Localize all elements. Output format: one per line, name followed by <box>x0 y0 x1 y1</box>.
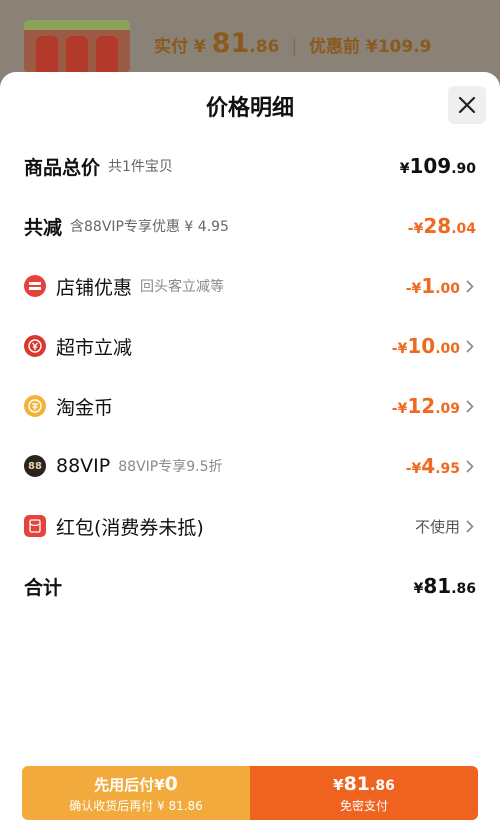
amount-int: 81 <box>423 574 452 598</box>
amount-dec: .86 <box>451 581 476 597</box>
row-label: 超市立减 <box>56 336 133 359</box>
row-value: -¥1.00 <box>406 274 476 298</box>
amount-dec: .04 <box>451 221 476 237</box>
red-packet-icon <box>24 515 46 537</box>
paid-amount-dec: .86 <box>249 37 280 57</box>
close-button[interactable] <box>448 86 486 124</box>
row-sub: 含88VIP专享优惠 ¥ 4.95 <box>70 219 229 235</box>
pay-now-sub: 免密支付 <box>339 798 388 813</box>
amount-int: 1 <box>421 274 436 298</box>
row-goods-total: 商品总价 共1件宝贝 ¥109.90 <box>24 151 476 181</box>
currency: -¥ <box>405 461 422 477</box>
pay-later-sub: 确认收货后再付 ¥ 81.86 <box>69 798 203 813</box>
pay-now-amount-int: 81 <box>343 772 371 795</box>
row-88vip[interactable]: 88 88VIP 88VIP专享9.5折 -¥4.95 <box>24 451 476 481</box>
payment-actions: 先用后付¥0 确认收货后再付 ¥ 81.86 ¥81.86 免密支付 <box>22 766 478 820</box>
amount-dec: .09 <box>435 401 460 417</box>
price-detail-sheet: 价格明细 商品总价 共1件宝贝 ¥109.90 共减 含88VIP专享优惠 ¥ … <box>0 72 500 839</box>
row-value: ¥109.90 <box>400 154 476 178</box>
before-discount-label: 优惠前 <box>308 37 360 57</box>
currency: -¥ <box>407 221 424 237</box>
pay-now-main: ¥81.86 <box>333 773 395 795</box>
pay-later-button[interactable]: 先用后付¥0 确认收货后再付 ¥ 81.86 <box>22 766 250 820</box>
row-label: 88VIP <box>56 455 111 477</box>
row-value: ¥81.86 <box>414 574 476 598</box>
row-sub: 共1件宝贝 <box>108 159 173 175</box>
paid-summary: 实付 ¥ 81.86 | 优惠前 ¥109.9 <box>154 28 432 59</box>
amount-int: 109 <box>409 154 452 178</box>
row-value: -¥28.04 <box>408 214 476 238</box>
paid-label: 实付 <box>154 37 188 57</box>
chevron-right-icon <box>466 399 476 413</box>
row-label: 合计 <box>24 576 63 599</box>
row-label: 淘金币 <box>56 396 114 419</box>
vip-badge-icon: 88 <box>24 455 46 477</box>
row-total-reduction: 共减 含88VIP专享优惠 ¥ 4.95 -¥28.04 <box>24 211 476 241</box>
pay-now-amount-dec: .86 <box>370 777 395 794</box>
chevron-right-icon <box>466 519 476 533</box>
row-gold-coin[interactable]: 淘金币 -¥12.09 <box>24 391 476 421</box>
row-shop-discount[interactable]: 店铺优惠 回头客立减等 -¥1.00 <box>24 271 476 301</box>
product-thumbnail <box>24 20 130 72</box>
before-discount-amount: ¥109.9 <box>365 37 432 57</box>
row-sub: 88VIP专享9.5折 <box>118 459 223 475</box>
amount-int: 4 <box>421 454 436 478</box>
supermarket-discount-icon <box>24 335 46 357</box>
amount-dec: .95 <box>435 461 460 477</box>
paid-currency: ¥ <box>193 37 206 57</box>
row-value: -¥4.95 <box>406 454 476 478</box>
pay-later-label: 先用后付 <box>94 775 155 794</box>
amount-dec: .00 <box>435 341 460 357</box>
shop-discount-icon <box>24 275 46 297</box>
pay-later-main: 先用后付¥0 <box>94 773 178 795</box>
row-supermarket-discount[interactable]: 超市立减 -¥10.00 <box>24 331 476 361</box>
row-label: 红包(消费券未抵) <box>56 516 204 539</box>
currency: ¥ <box>413 581 424 597</box>
chevron-right-icon <box>466 339 476 353</box>
currency: -¥ <box>391 401 408 417</box>
currency: ¥ <box>399 161 410 177</box>
pay-now-currency: ¥ <box>333 775 344 794</box>
pay-later-amount: 0 <box>164 772 178 795</box>
amount-int: 12 <box>407 394 436 418</box>
row-red-packet[interactable]: 红包(消费券未抵) 不使用 <box>24 511 476 541</box>
gold-coin-icon <box>24 395 46 417</box>
red-packet-value: 不使用 <box>414 517 460 536</box>
separator: | <box>291 37 298 57</box>
paid-amount-int: 81 <box>211 28 250 59</box>
pay-later-currency: ¥ <box>154 775 165 794</box>
amount-dec: .90 <box>451 161 476 177</box>
amount-dec: .00 <box>435 281 460 297</box>
currency: -¥ <box>391 341 408 357</box>
row-value: -¥12.09 <box>392 394 476 418</box>
row-label: 商品总价 <box>24 156 101 179</box>
amount-int: 28 <box>423 214 452 238</box>
pay-now-button[interactable]: ¥81.86 免密支付 <box>250 766 478 820</box>
chevron-right-icon <box>466 459 476 473</box>
row-label: 共减 <box>24 216 63 239</box>
close-icon <box>458 96 476 114</box>
sheet-title: 价格明细 <box>205 96 294 121</box>
row-label: 店铺优惠 <box>56 276 133 299</box>
amount-int: 10 <box>407 334 436 358</box>
row-sum-total: 合计 ¥81.86 <box>24 571 476 601</box>
chevron-right-icon <box>466 279 476 293</box>
currency: -¥ <box>405 281 422 297</box>
row-sub: 回头客立减等 <box>140 279 225 295</box>
row-value: 不使用 <box>415 516 476 537</box>
row-value: -¥10.00 <box>392 334 476 358</box>
